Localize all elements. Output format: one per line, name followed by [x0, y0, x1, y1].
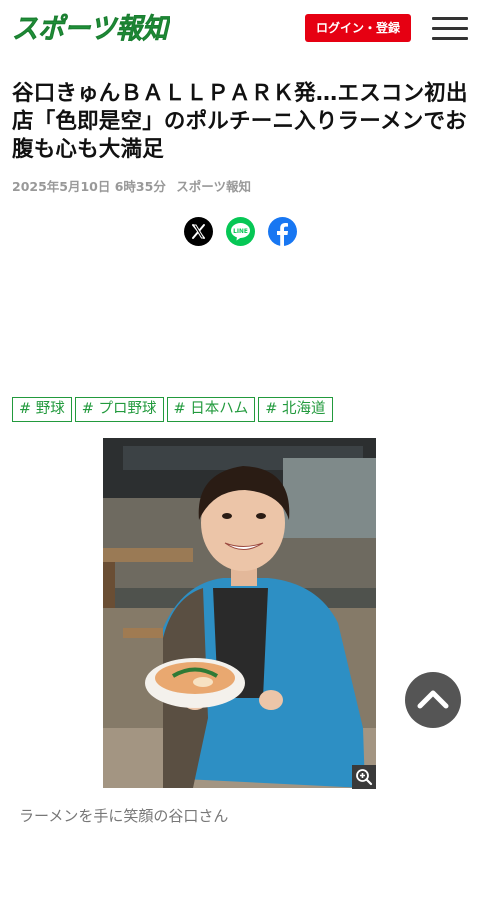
scroll-to-top-button[interactable] [405, 672, 461, 728]
article-meta: 2025年5月10日 6時35分 スポーツ報知 [12, 176, 251, 195]
photo-caption: ラーメンを手に笑顔の谷口さん [19, 807, 229, 825]
share-line-button[interactable]: LINE [226, 217, 255, 246]
zoom-glyph [356, 769, 373, 786]
share-facebook-button[interactable] [268, 217, 297, 246]
photo-illustration [103, 438, 376, 788]
tag-hokkaido[interactable]: # 北海道 [258, 397, 333, 422]
logo-text: スポーツ報知 [12, 12, 170, 45]
tag-pro-baseball[interactable]: # プロ野球 [74, 397, 164, 422]
article-source: スポーツ報知 [176, 179, 251, 194]
chevron-up-icon [417, 690, 449, 709]
menu-bar [432, 17, 468, 20]
hamburger-icon[interactable] [432, 15, 468, 43]
share-x-button[interactable] [184, 217, 213, 246]
facebook-icon [277, 223, 288, 246]
site-header: スポーツ報知 ログイン・登録 [0, 0, 480, 58]
tag-nippon-ham[interactable]: # 日本ハム [166, 397, 256, 422]
tag-list: # 野球 # プロ野球 # 日本ハム # 北海道 [12, 397, 336, 422]
menu-bar [432, 27, 468, 30]
menu-bar [432, 37, 468, 40]
site-logo[interactable]: スポーツ報知 [12, 9, 170, 47]
login-register-button[interactable]: ログイン・登録 [305, 14, 411, 42]
logo-graphic: スポーツ報知 [12, 12, 170, 46]
zoom-in-icon[interactable] [352, 765, 376, 789]
article-photo[interactable] [103, 438, 376, 788]
line-icon-text: LINE [233, 229, 248, 235]
x-icon [192, 224, 205, 239]
line-icon: LINE [231, 223, 250, 241]
article-title: 谷口きゅんＢＡＬＬＰＡＲＫ発…エスコン初出店「色即是空」のポルチーニ入りラーメン… [12, 81, 468, 162]
tag-baseball[interactable]: # 野球 [12, 397, 72, 422]
article-date: 2025年5月10日 6時35分 [12, 179, 166, 194]
